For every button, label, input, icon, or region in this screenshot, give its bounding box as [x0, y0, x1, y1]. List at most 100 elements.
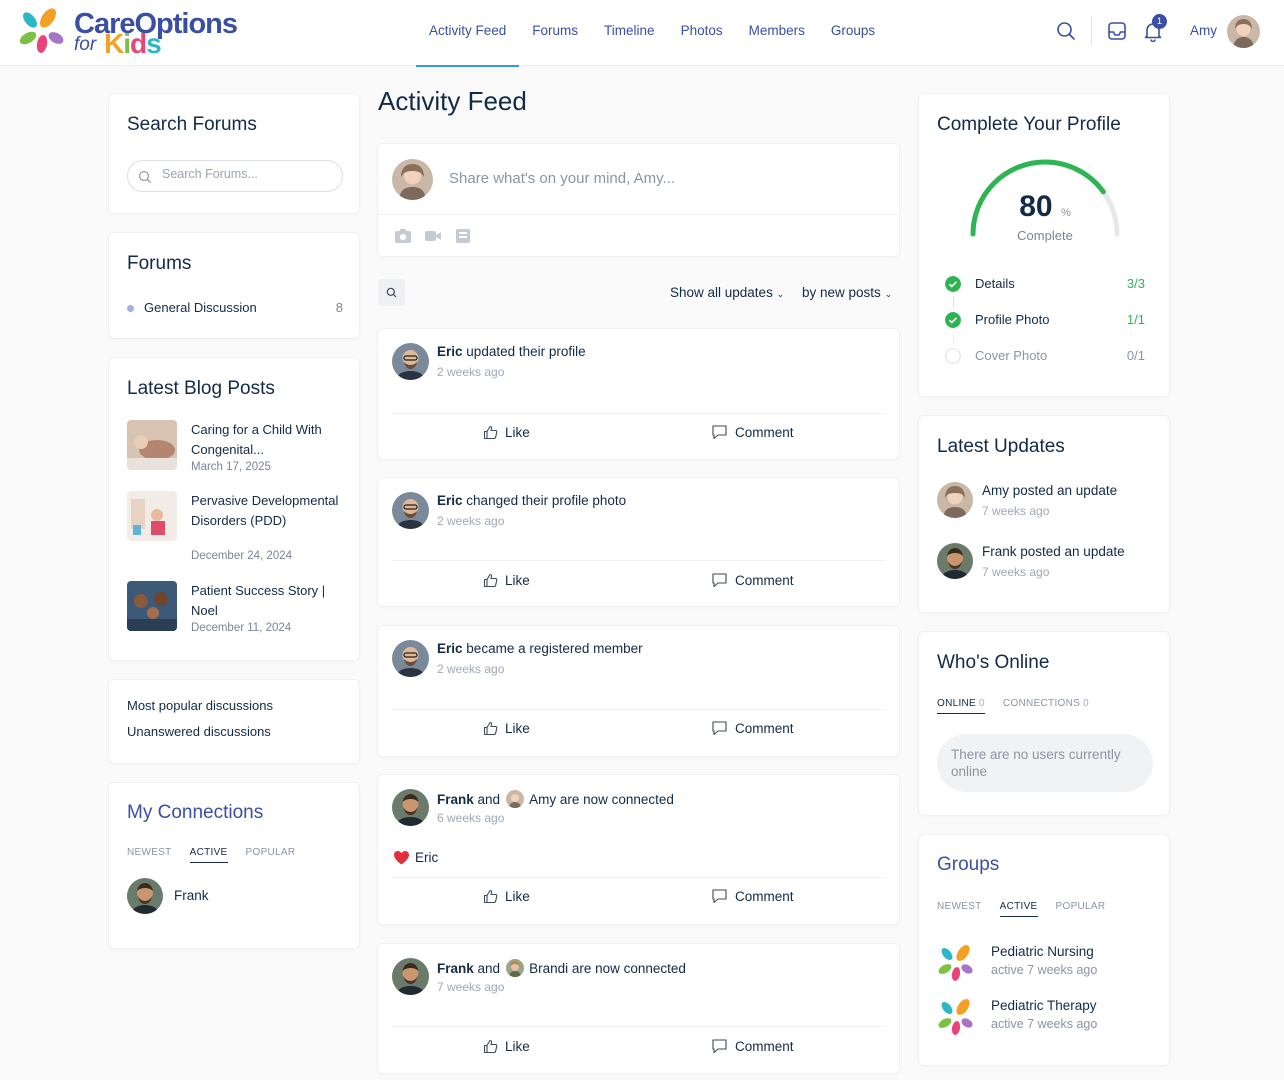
update-text[interactable]: Amy posted an update	[982, 483, 1117, 498]
show-updates-select[interactable]: Show all updates ⌄	[670, 285, 784, 300]
comment-label: Comment	[735, 888, 794, 904]
my-connections-widget: My Connections NEWEST ACTIVE POPULAR Fra…	[108, 782, 360, 949]
whos-online-title: Who's Online	[937, 652, 1050, 673]
search-forums-input[interactable]	[162, 167, 332, 181]
comment-button[interactable]: Comment	[711, 424, 794, 440]
blog-thumbnail[interactable]	[127, 581, 177, 631]
secondary-name[interactable]: Amy	[529, 792, 556, 807]
blog-post-title[interactable]: Patient Success Story | Noel	[191, 581, 341, 621]
nav-forums[interactable]: Forums	[519, 0, 591, 66]
comment-button[interactable]: Comment	[711, 888, 794, 904]
actor-name[interactable]: Eric	[437, 641, 463, 656]
blog-thumbnail[interactable]	[127, 491, 177, 541]
comment-button[interactable]: Comment	[711, 720, 794, 736]
nav-timeline[interactable]: Timeline	[591, 0, 668, 66]
forum-item[interactable]: General Discussion 8	[127, 300, 343, 318]
profile-percent: 80 %	[919, 190, 1171, 224]
update-item[interactable]: Amy posted an update 7 weeks ago	[937, 482, 1157, 522]
activity-time[interactable]: 6 weeks ago	[437, 811, 504, 825]
member-avatar[interactable]	[127, 878, 163, 914]
activity-time[interactable]: 2 weeks ago	[437, 365, 504, 379]
activity-time[interactable]: 7 weeks ago	[437, 980, 504, 994]
comment-button[interactable]: Comment	[711, 1038, 794, 1054]
tab-connections[interactable]: CONNECTIONS 0	[1003, 698, 1089, 714]
unanswered-discussions-link[interactable]: Unanswered discussions	[127, 724, 271, 739]
profile-step-cover[interactable]: Cover Photo 0/1	[945, 347, 1145, 367]
tab-newest[interactable]: NEWEST	[127, 847, 172, 863]
secondary-name[interactable]: Brandi	[529, 961, 568, 976]
actor-name[interactable]: Eric	[437, 344, 463, 359]
like-button[interactable]: Like	[483, 721, 530, 736]
profile-step-details[interactable]: Details 3/3	[945, 275, 1145, 295]
update-item[interactable]: Frank posted an update 7 weeks ago	[937, 543, 1157, 583]
site-logo[interactable]: CareOptions for Kids	[18, 6, 248, 60]
post-composer[interactable]: Share what's on your mind, Amy...	[377, 143, 900, 257]
composer-divider	[378, 214, 899, 215]
like-button[interactable]: Like	[483, 425, 530, 440]
document-icon[interactable]	[454, 228, 472, 244]
tab-online[interactable]: ONLINE 0	[937, 698, 985, 714]
tab-popular[interactable]: POPULAR	[1056, 901, 1106, 917]
blog-post-item[interactable]: Caring for a Child With Congenital... Ma…	[127, 420, 343, 480]
actor-avatar[interactable]	[392, 958, 429, 995]
actor-avatar[interactable]	[392, 343, 429, 380]
connections-tabs: NEWEST ACTIVE POPULAR	[127, 847, 295, 863]
camera-icon[interactable]	[394, 228, 412, 244]
blog-post-date: December 24, 2024	[191, 550, 293, 562]
blog-post-title[interactable]: Pervasive Developmental Disorders (PDD)	[191, 491, 341, 531]
update-time: 7 weeks ago	[982, 565, 1050, 579]
tab-active[interactable]: ACTIVE	[999, 901, 1038, 917]
blog-post-title[interactable]: Caring for a Child With Congenital...	[191, 420, 341, 460]
actor-name[interactable]: Frank	[437, 792, 474, 807]
activity-text: Eric updated their profile	[437, 344, 586, 359]
group-logo-icon[interactable]	[937, 997, 977, 1037]
nav-photos[interactable]: Photos	[668, 0, 736, 66]
nav-groups[interactable]: Groups	[818, 0, 888, 66]
tab-active[interactable]: ACTIVE	[189, 847, 228, 863]
member-name[interactable]: Frank	[174, 888, 209, 903]
actor-avatar[interactable]	[392, 492, 429, 529]
update-avatar[interactable]	[937, 543, 973, 579]
blog-post-item[interactable]: Pervasive Developmental Disorders (PDD) …	[127, 491, 343, 565]
composer-placeholder[interactable]: Share what's on your mind, Amy...	[449, 170, 675, 187]
reaction-summary[interactable]: Eric	[393, 850, 438, 865]
no-users-message: There are no users currently online	[937, 734, 1153, 792]
tab-popular[interactable]: POPULAR	[246, 847, 296, 863]
video-icon[interactable]	[424, 228, 442, 244]
blog-post-item[interactable]: Patient Success Story | Noel December 11…	[127, 581, 343, 641]
group-logo-icon[interactable]	[937, 943, 977, 983]
tab-newest[interactable]: NEWEST	[937, 901, 982, 917]
activity-time[interactable]: 2 weeks ago	[437, 662, 504, 676]
profile-step-photo[interactable]: Profile Photo 1/1	[945, 311, 1145, 331]
secondary-avatar[interactable]	[506, 790, 525, 808]
actor-name[interactable]: Eric	[437, 493, 463, 508]
group-item[interactable]: Pediatric Nursing active 7 weeks ago	[937, 943, 1157, 983]
group-name[interactable]: Pediatric Therapy	[991, 998, 1097, 1013]
like-button[interactable]: Like	[483, 889, 530, 904]
like-button[interactable]: Like	[483, 1039, 530, 1054]
group-item[interactable]: Pediatric Therapy active 7 weeks ago	[937, 997, 1157, 1037]
activity-time[interactable]: 2 weeks ago	[437, 514, 504, 528]
like-button[interactable]: Like	[483, 573, 530, 588]
user-avatar[interactable]	[1227, 15, 1260, 48]
blog-thumbnail[interactable]	[127, 420, 177, 470]
actor-avatar[interactable]	[392, 789, 429, 826]
feed-search-button[interactable]	[378, 279, 405, 306]
group-name[interactable]: Pediatric Nursing	[991, 944, 1094, 959]
most-popular-discussions-link[interactable]: Most popular discussions	[127, 698, 273, 713]
nav-activity-feed[interactable]: Activity Feed	[416, 0, 520, 67]
update-text[interactable]: Frank posted an update	[982, 544, 1125, 559]
actor-avatar[interactable]	[392, 640, 429, 677]
update-avatar[interactable]	[937, 482, 973, 518]
inbox-icon[interactable]	[1106, 20, 1128, 42]
secondary-avatar[interactable]	[506, 959, 525, 977]
user-name[interactable]: Amy	[1190, 23, 1217, 38]
nav-members[interactable]: Members	[736, 0, 818, 66]
search-icon[interactable]	[1055, 20, 1077, 42]
forum-name[interactable]: General Discussion	[144, 300, 257, 315]
check-icon	[945, 312, 961, 328]
order-select[interactable]: by new posts ⌄	[802, 285, 892, 300]
comment-button[interactable]: Comment	[711, 572, 794, 588]
search-forums-box[interactable]	[127, 160, 343, 192]
actor-name[interactable]: Frank	[437, 961, 474, 976]
